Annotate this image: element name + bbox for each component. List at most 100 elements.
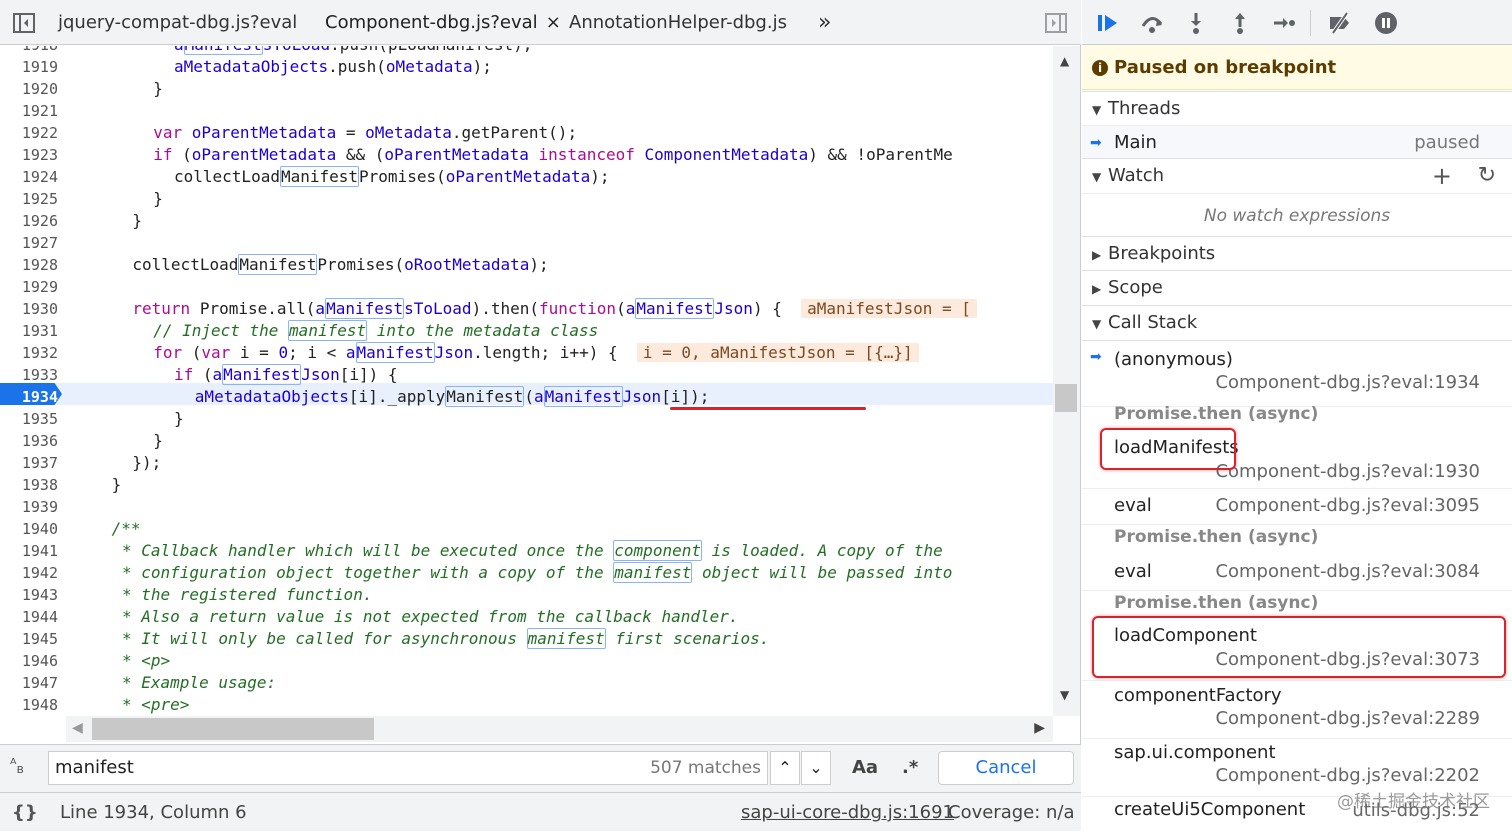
source-link[interactable]: sap-ui-core-dbg.js:1691 (741, 793, 954, 832)
pause-on-exceptions-icon[interactable] (1372, 10, 1400, 36)
step-into-icon[interactable] (1182, 10, 1210, 36)
regex-button[interactable]: .* (902, 757, 918, 778)
code-line: aMetadataObjects[i]._applyManifest(aMani… (194, 386, 710, 407)
refresh-icon[interactable]: ↻ (1478, 159, 1496, 193)
scroll-left-icon[interactable]: ◀ (72, 720, 83, 736)
code-line: aMetadataObjects.push(oMetadata); (174, 57, 492, 76)
line-number[interactable]: 1935 (0, 408, 66, 430)
line-number[interactable]: 1946 (0, 650, 66, 672)
line-number[interactable]: 1944 (0, 606, 66, 628)
line-number[interactable]: 1945 (0, 628, 66, 650)
toggle-debugger-icon[interactable] (1044, 11, 1068, 35)
scrollbar-thumb[interactable] (1055, 384, 1077, 412)
step-icon[interactable] (1270, 10, 1298, 36)
code-line: } (153, 79, 163, 98)
line-number[interactable]: 1927 (0, 232, 66, 254)
call-frame[interactable]: componentFactory Component-dbg.js?eval:2… (1082, 681, 1512, 739)
watch-section-header[interactable]: ▼ Watch + ↻ (1082, 158, 1512, 192)
line-number[interactable]: 1943 (0, 584, 66, 606)
red-underline-annotation (670, 407, 866, 410)
code-line: } (132, 211, 143, 230)
debugger-toolbar (1082, 0, 1512, 45)
call-frame[interactable]: ➡ (anonymous) Component-dbg.js?eval:1934 (1082, 341, 1512, 407)
close-icon[interactable]: × (546, 12, 561, 33)
resume-icon[interactable] (1094, 10, 1122, 36)
line-number[interactable]: 1925 (0, 188, 66, 210)
line-number[interactable]: 1918 (0, 46, 66, 56)
line-number[interactable]: 1922 (0, 122, 66, 144)
line-number[interactable]: 1948 (0, 694, 66, 716)
callstack-section-header[interactable]: ▼ Call Stack (1082, 305, 1512, 339)
step-out-icon[interactable] (1226, 10, 1254, 36)
step-over-icon[interactable] (1138, 10, 1166, 36)
scope-section-header[interactable]: ▶ Scope (1082, 270, 1512, 304)
deactivate-breakpoints-icon[interactable] (1326, 10, 1354, 36)
line-number[interactable]: 1920 (0, 78, 66, 100)
line-number[interactable]: 1942 (0, 562, 66, 584)
watch-empty: No watch expressions (1082, 193, 1512, 237)
code-line: } (174, 409, 184, 428)
code-line: if (aManifestJson[i]) { (174, 364, 398, 385)
line-number[interactable]: 1933 (0, 364, 66, 386)
line-number[interactable]: 1924 (0, 166, 66, 188)
debugger-sidebar: i Paused on breakpoint ▼ Threads ➡ Main pa… (1082, 0, 1512, 831)
line-number[interactable]: 1947 (0, 672, 66, 694)
async-separator: Promise.then (async) (1082, 401, 1512, 429)
tab-annotation-helper[interactable]: AnnotationHelper-dbg.js (569, 0, 787, 45)
call-stack-list: ➡ (anonymous) Component-dbg.js?eval:1934… (1082, 340, 1512, 831)
toggle-navigator-icon[interactable] (12, 11, 36, 35)
line-number[interactable]: 1931 (0, 320, 66, 342)
call-frame[interactable]: eval Component-dbg.js?eval:3084 (1082, 557, 1512, 591)
code-line: return Promise.all(aManifestsToLoad).the… (70, 298, 977, 320)
line-number[interactable]: 1941 (0, 540, 66, 562)
match-case-button[interactable]: Aa (852, 757, 878, 778)
thread-status: paused (1414, 132, 1480, 153)
pretty-print-button[interactable]: {} (12, 793, 38, 832)
callstack-label: Call Stack (1108, 312, 1198, 333)
line-number[interactable]: 1923 (0, 144, 66, 166)
line-number[interactable]: 1926 (0, 210, 66, 232)
call-frame[interactable]: eval Component-dbg.js?eval:3095 (1082, 491, 1512, 525)
search-input[interactable]: manifest 507 matches (48, 751, 768, 785)
cancel-search-button[interactable]: Cancel (938, 751, 1074, 785)
line-number[interactable]: 1932 (0, 342, 66, 364)
previous-match-button[interactable]: ⌃ (770, 751, 800, 785)
code-line: var oParentMetadata = oMetadata.getParen… (153, 123, 578, 142)
line-number[interactable]: 1928 (0, 254, 66, 276)
scroll-up-icon[interactable]: ▲ (1060, 54, 1069, 68)
line-number[interactable]: 1938 (0, 474, 66, 496)
breakpoints-section-header[interactable]: ▶ Breakpoints (1082, 236, 1512, 270)
line-number[interactable]: 1937 (0, 452, 66, 474)
tab-jquery-compat[interactable]: jquery-compat-dbg.js?eval (58, 0, 297, 45)
line-number[interactable]: 1934 (0, 386, 66, 408)
highlight-loadmanifests (1100, 428, 1236, 470)
next-match-button[interactable]: ⌄ (801, 751, 831, 785)
async-separator: Promise.then (async) (1082, 591, 1512, 619)
search-bar: ᴬʙ manifest 507 matches ⌃ ⌄ Aa .* Cancel (0, 744, 1081, 792)
line-number[interactable]: 1929 (0, 276, 66, 298)
scroll-right-icon[interactable]: ▶ (1034, 720, 1045, 736)
scroll-down-icon[interactable]: ▼ (1060, 688, 1069, 702)
hscrollbar-thumb[interactable] (92, 718, 374, 740)
tab-component-dbg[interactable]: Component-dbg.js?eval × (325, 0, 561, 45)
tab-label: Component-dbg.js?eval (325, 12, 538, 33)
code-line: * <pre> (122, 695, 190, 714)
line-number[interactable]: 1921 (0, 100, 66, 122)
thread-row-main[interactable]: ➡ Main paused (1082, 125, 1512, 159)
line-number[interactable]: 1936 (0, 430, 66, 452)
line-number[interactable]: 1930 (0, 298, 66, 320)
frame-function: eval (1114, 561, 1152, 582)
add-watch-icon[interactable]: + (1432, 159, 1452, 193)
threads-section-header[interactable]: ▼ Threads (1082, 91, 1512, 125)
current-thread-arrow-icon: ➡ (1090, 135, 1102, 151)
code-view[interactable]: 1918 aManifestsToLoad.push(pLoadManifest)… (0, 46, 1053, 716)
line-number[interactable]: 1939 (0, 496, 66, 518)
line-number[interactable]: 1919 (0, 56, 66, 78)
highlight-loadcomponent (1092, 616, 1506, 678)
replace-toggle-icon[interactable]: ᴬʙ (10, 755, 24, 776)
vertical-scrollbar[interactable]: ▲ ▼ (1053, 46, 1080, 716)
current-frame-arrow-icon: ➡ (1090, 349, 1102, 365)
line-number[interactable]: 1940 (0, 518, 66, 540)
more-tabs-icon[interactable]: » (818, 0, 831, 45)
horizontal-scrollbar[interactable]: ◀ ▶ (66, 716, 1053, 742)
